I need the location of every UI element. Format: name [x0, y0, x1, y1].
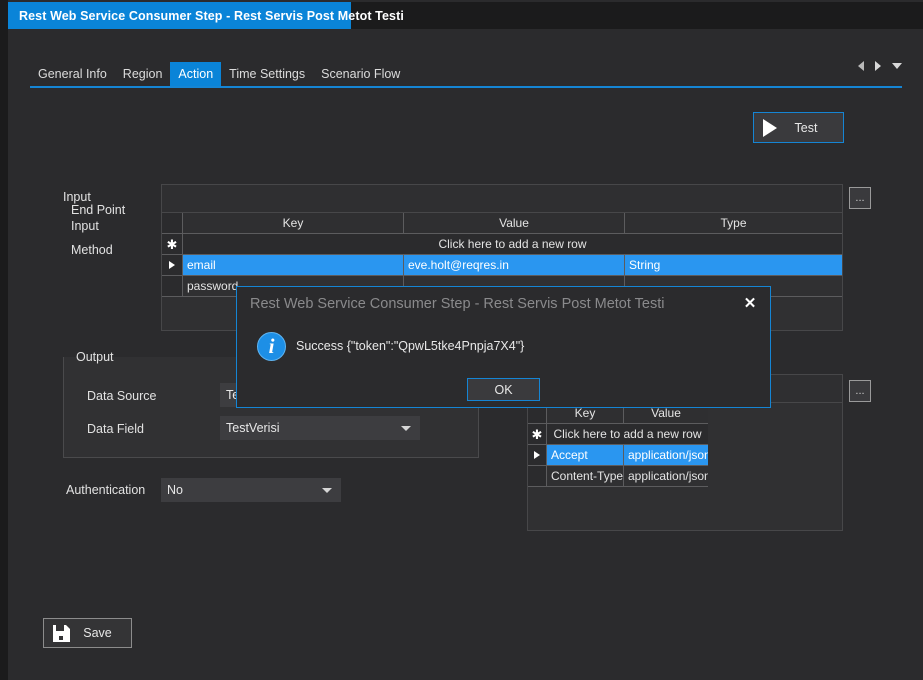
authentication-combobox-value: No [167, 483, 183, 497]
dialog-ok-button[interactable]: OK [467, 378, 540, 401]
headers-row-key[interactable]: Content-Type [547, 466, 624, 487]
play-icon [763, 118, 777, 137]
authentication-label: Authentication [66, 483, 146, 497]
tab-region[interactable]: Region [115, 62, 171, 86]
input-row-type[interactable]: String [625, 255, 842, 276]
input-grid-col-value[interactable]: Value [404, 213, 625, 234]
tab-scenario-flow[interactable]: Scenario Flow [313, 62, 408, 86]
input-grid-new-row-text[interactable]: Click here to add a new row [183, 234, 842, 255]
asterisk-icon: ✱ [531, 426, 543, 442]
input-grid-col-type[interactable]: Type [625, 213, 842, 234]
window-title: Rest Web Service Consumer Step - Rest Se… [19, 8, 404, 23]
input-grid-corner-cell [162, 213, 183, 234]
headers-row-key[interactable]: Accept [547, 445, 624, 466]
chevron-down-icon [322, 488, 332, 493]
headers-browse-button[interactable]: ... [849, 380, 871, 402]
headers-data-grid: Key Value ✱ Click here to add a new row … [528, 403, 708, 487]
chevron-down-icon [401, 426, 411, 431]
caret-right-icon[interactable] [875, 61, 881, 71]
row-indicator-cell [528, 445, 547, 466]
floppy-disk-icon [53, 624, 70, 642]
row-indicator-cell [528, 466, 547, 487]
table-row[interactable]: Content-Type application/json [528, 466, 708, 487]
test-button[interactable]: Test [753, 112, 844, 143]
tab-navigation-controls [858, 61, 902, 71]
current-row-icon [534, 451, 540, 459]
info-icon: i [257, 332, 286, 361]
input-row-value[interactable]: eve.holt@reqres.in [404, 255, 625, 276]
new-row-star-cell: ✱ [528, 424, 547, 445]
headers-row-value[interactable]: application/json [624, 445, 708, 466]
table-row[interactable]: email eve.holt@reqres.in String [162, 255, 842, 276]
current-row-icon [169, 261, 175, 269]
data-field-label: Data Field [87, 422, 144, 436]
title-bar-background [351, 2, 923, 29]
output-group-title: Output [76, 350, 114, 364]
tab-action[interactable]: Action [170, 62, 222, 86]
save-button[interactable]: Save [43, 618, 132, 648]
data-source-label: Data Source [87, 389, 157, 403]
window-left-strip [0, 0, 8, 680]
caret-down-icon[interactable] [892, 63, 902, 69]
application-window: Rest Web Service Consumer Step - Rest Se… [0, 0, 923, 680]
headers-grid-new-row-text[interactable]: Click here to add a new row [547, 424, 708, 445]
asterisk-icon: ✱ [166, 236, 178, 252]
headers-row-value[interactable]: application/json [624, 466, 708, 487]
dialog-title-bar: Rest Web Service Consumer Step - Rest Se… [237, 287, 770, 320]
message-dialog: Rest Web Service Consumer Step - Rest Se… [236, 286, 771, 408]
tab-general-info[interactable]: General Info [30, 62, 115, 86]
input-label: Input [71, 219, 99, 233]
dialog-message: Success {"token":"QpwL5tke4Pnpja7X4"} [296, 339, 525, 353]
input-grid-new-row[interactable]: ✱ Click here to add a new row [162, 234, 842, 255]
row-indicator-cell [162, 276, 183, 297]
save-button-label: Save [83, 626, 112, 640]
method-label: Method [71, 243, 113, 257]
input-grid-header-row: Key Value Type [162, 213, 842, 234]
end-point-label: End Point [71, 203, 126, 217]
row-indicator-cell [162, 255, 183, 276]
table-row[interactable]: Accept application/json [528, 445, 708, 466]
input-data-grid: Key Value Type ✱ Click here to add a new… [162, 213, 842, 297]
input-grid-col-key[interactable]: Key [183, 213, 404, 234]
headers-grid-new-row[interactable]: ✱ Click here to add a new row [528, 424, 708, 445]
input-browse-button[interactable]: ... [849, 187, 871, 209]
window-title-bar: Rest Web Service Consumer Step - Rest Se… [8, 2, 404, 29]
data-field-combobox[interactable]: TestVerisi [220, 416, 420, 440]
tab-bar: General Info Region Action Time Settings… [30, 57, 902, 86]
close-icon[interactable]: ✕ [740, 293, 760, 313]
input-section-label: Input [63, 190, 91, 204]
dialog-title: Rest Web Service Consumer Step - Rest Se… [250, 295, 665, 312]
data-field-combobox-value: TestVerisi [226, 421, 280, 435]
authentication-combobox[interactable]: No [161, 478, 341, 502]
new-row-star-cell: ✱ [162, 234, 183, 255]
tab-time-settings[interactable]: Time Settings [221, 62, 313, 86]
input-row-key[interactable]: email [183, 255, 404, 276]
input-toolbar-strip [162, 185, 842, 213]
test-button-label: Test [794, 120, 818, 135]
caret-left-icon[interactable] [858, 61, 864, 71]
